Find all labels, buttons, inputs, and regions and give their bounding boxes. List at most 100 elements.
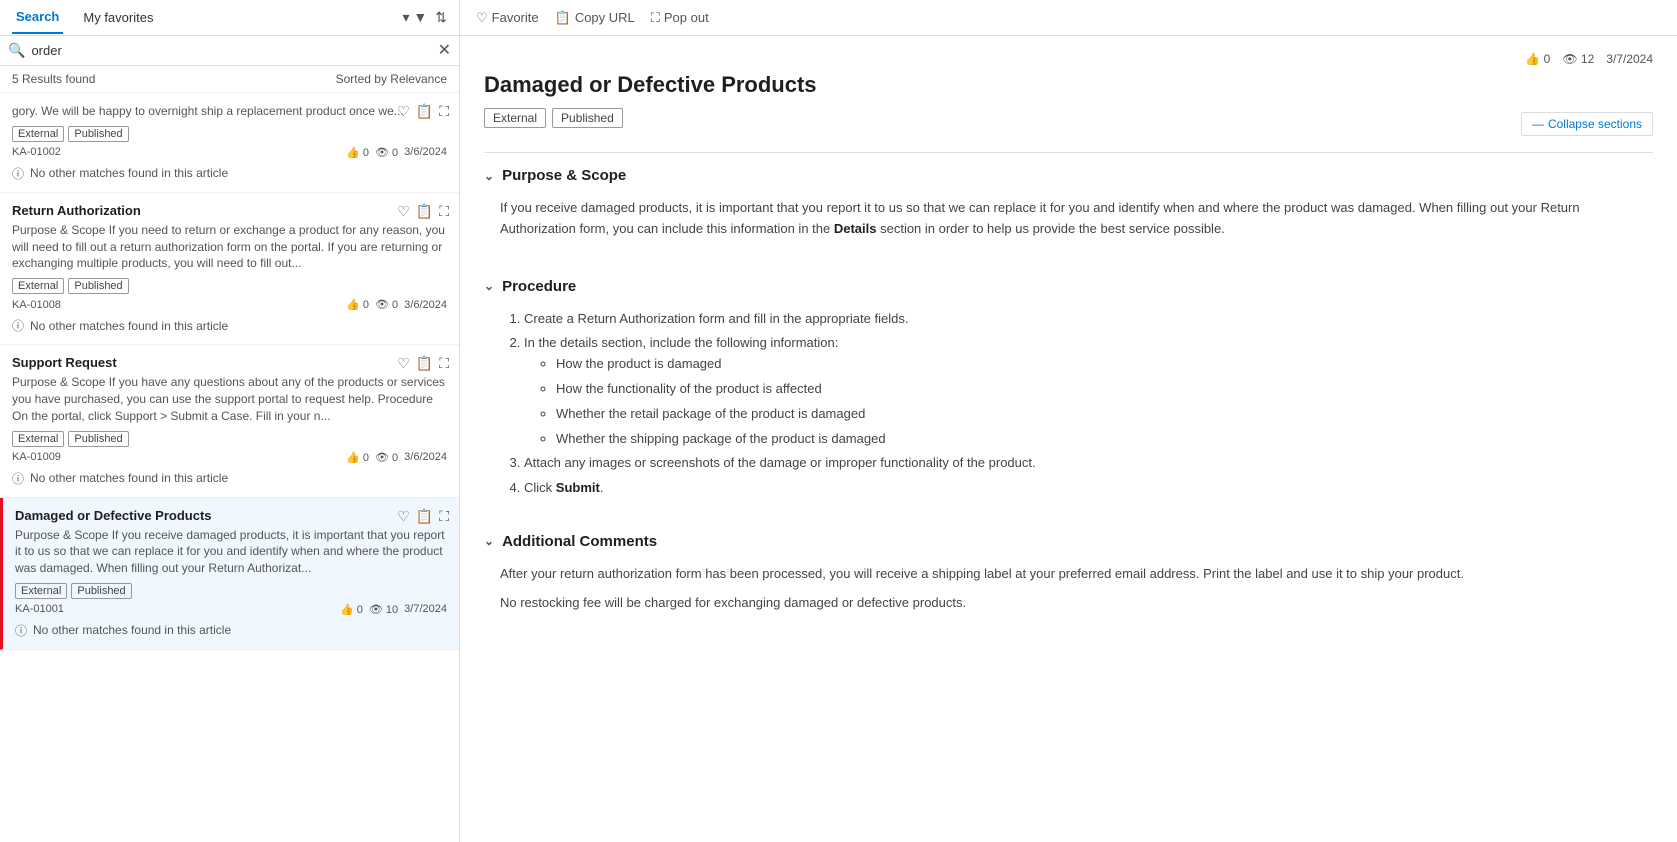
result-popout-button[interactable]: ⛶ (439, 508, 449, 525)
info-icon: ⓘ (12, 317, 24, 334)
list-item: How the functionality of the product is … (556, 379, 1653, 400)
view-icon: 👁 0 (375, 298, 398, 311)
list-item: Whether the retail package of the produc… (556, 404, 1653, 425)
clear-search-button[interactable]: ✕ (438, 43, 451, 59)
list-item: How the product is damaged (556, 354, 1653, 375)
result-excerpt: Purpose & Scope If you receive damaged p… (15, 527, 447, 577)
tab-search[interactable]: Search (12, 1, 63, 34)
section-body-procedure: Create a Return Authorization form and f… (484, 301, 1653, 511)
result-item-selected[interactable]: Damaged or Defective Products Purpose & … (0, 498, 459, 650)
section-header-purpose[interactable]: ⌄ Purpose & Scope (484, 161, 1653, 190)
sort-button[interactable]: ⇅ (435, 9, 447, 26)
result-meta: KA-01008 👍 0 👁 0 3/6/2024 (12, 298, 447, 311)
result-ka: KA-01009 (12, 451, 61, 463)
search-input[interactable] (31, 43, 431, 58)
divider (484, 152, 1653, 153)
result-item[interactable]: Return Authorization Purpose & Scope If … (0, 193, 459, 345)
collapse-sections-button[interactable]: ― Collapse sections (1521, 112, 1653, 136)
info-icon: ⓘ (12, 470, 24, 487)
result-item[interactable]: Support Request Purpose & Scope If you h… (0, 345, 459, 497)
result-popout-button[interactable]: ⛶ (439, 103, 449, 120)
sort-label: Sorted by Relevance (336, 72, 447, 86)
result-date: 3/6/2024 (404, 451, 447, 463)
filter-button[interactable]: ▾ ▼ (402, 9, 427, 26)
result-popout-button[interactable]: ⛶ (439, 355, 449, 372)
badges: External Published (15, 583, 447, 599)
badge-external: External (12, 431, 64, 447)
result-date: 3/7/2024 (404, 603, 447, 615)
list-item: Whether the shipping package of the prod… (556, 429, 1653, 450)
article-badges: External Published (484, 108, 623, 128)
no-match: ⓘ No other matches found in this article (12, 159, 447, 182)
badge-published: Published (68, 126, 128, 142)
badge-published: Published (68, 431, 128, 447)
pop-out-label: Pop out (664, 10, 709, 25)
no-match: ⓘ No other matches found in this article (15, 616, 447, 639)
result-popout-button[interactable]: ⛶ (439, 203, 449, 220)
results-list: gory. We will be happy to overnight ship… (0, 93, 459, 842)
section-body-comments: After your return authorization form has… (484, 556, 1653, 630)
chevron-down-icon: ⌄ (484, 534, 494, 548)
result-favorite-button[interactable]: ♡ (397, 103, 410, 120)
collapse-icon: ― (1532, 117, 1544, 131)
badge-external: External (12, 278, 64, 294)
results-info: 5 Results found Sorted by Relevance (0, 66, 459, 93)
search-icon: 🔍 (8, 42, 25, 59)
list-item: Create a Return Authorization form and f… (524, 309, 1653, 330)
section-paragraph: After your return authorization form has… (500, 564, 1653, 585)
copy-url-button[interactable]: 📋 Copy URL (555, 10, 635, 26)
view-icon: 👁 0 (375, 146, 398, 159)
procedure-list: Create a Return Authorization form and f… (500, 309, 1653, 499)
favorite-button[interactable]: ♡ Favorite (476, 10, 539, 26)
result-item[interactable]: gory. We will be happy to overnight ship… (0, 93, 459, 193)
result-excerpt: Purpose & Scope If you need to return or… (12, 222, 447, 272)
results-count: 5 Results found (12, 72, 95, 86)
like-icon: 👍 0 (346, 298, 369, 311)
result-copy-button[interactable]: 📋 (416, 508, 433, 525)
result-copy-button[interactable]: 📋 (416, 203, 433, 220)
result-title: Damaged or Defective Products (15, 508, 447, 523)
info-icon: ⓘ (12, 165, 24, 182)
copy-url-label: Copy URL (575, 10, 635, 25)
result-copy-button[interactable]: 📋 (416, 103, 433, 120)
result-favorite-button[interactable]: ♡ (397, 203, 410, 220)
like-icon: 👍 0 (346, 146, 369, 159)
info-icon: ⓘ (15, 622, 27, 639)
list-item: In the details section, include the foll… (524, 333, 1653, 449)
left-top-bar: Search My favorites ▾ ▼ ⇅ (0, 0, 460, 35)
section-header-procedure[interactable]: ⌄ Procedure (484, 272, 1653, 301)
result-item-actions: ♡ 📋 ⛶ (397, 203, 449, 220)
chevron-down-icon: ⌄ (484, 169, 494, 183)
collapse-sections-label: Collapse sections (1548, 117, 1642, 131)
article-date: 3/7/2024 (1606, 52, 1653, 66)
right-panel: 👍 0 👁 12 3/7/2024 Damaged or Defective P… (460, 36, 1677, 842)
view-icon: 👁 10 (369, 603, 398, 616)
section-paragraph: No restocking fee will be charged for ex… (500, 593, 1653, 614)
result-copy-button[interactable]: 📋 (416, 355, 433, 372)
top-bar-icons: ▾ ▼ ⇅ (402, 9, 447, 26)
chevron-down-icon: ⌄ (484, 279, 494, 293)
section-heading-comments: Additional Comments (502, 533, 657, 550)
no-match-text: No other matches found in this article (30, 319, 228, 333)
result-favorite-button[interactable]: ♡ (397, 355, 410, 372)
result-date: 3/6/2024 (404, 299, 447, 311)
section-procedure: ⌄ Procedure Create a Return Authorizatio… (484, 272, 1653, 511)
heart-icon: ♡ (476, 10, 488, 26)
section-additional-comments: ⌄ Additional Comments After your return … (484, 527, 1653, 630)
section-body-purpose: If you receive damaged products, it is i… (484, 190, 1653, 256)
meta-icons: 👍 0 👁 0 3/6/2024 (346, 146, 447, 159)
search-bar: 🔍 ✕ (0, 36, 459, 66)
article-title: Damaged or Defective Products (484, 72, 1653, 98)
tab-favorites[interactable]: My favorites (79, 2, 157, 33)
result-meta: KA-01002 👍 0 👁 0 3/6/2024 (12, 146, 447, 159)
article-likes: 👍 0 (1525, 52, 1550, 66)
section-header-comments[interactable]: ⌄ Additional Comments (484, 527, 1653, 556)
result-meta: KA-01001 👍 0 👁 10 3/7/2024 (15, 603, 447, 616)
pop-out-button[interactable]: ⛶ Pop out (651, 10, 709, 26)
no-match: ⓘ No other matches found in this article (12, 311, 447, 334)
result-item-actions: ♡ 📋 ⛶ (397, 103, 449, 120)
result-item-actions: ♡ 📋 ⛶ (397, 508, 449, 525)
result-favorite-button[interactable]: ♡ (397, 508, 410, 525)
meta-icons: 👍 0 👁 10 3/7/2024 (340, 603, 447, 616)
no-match-text: No other matches found in this article (30, 471, 228, 485)
